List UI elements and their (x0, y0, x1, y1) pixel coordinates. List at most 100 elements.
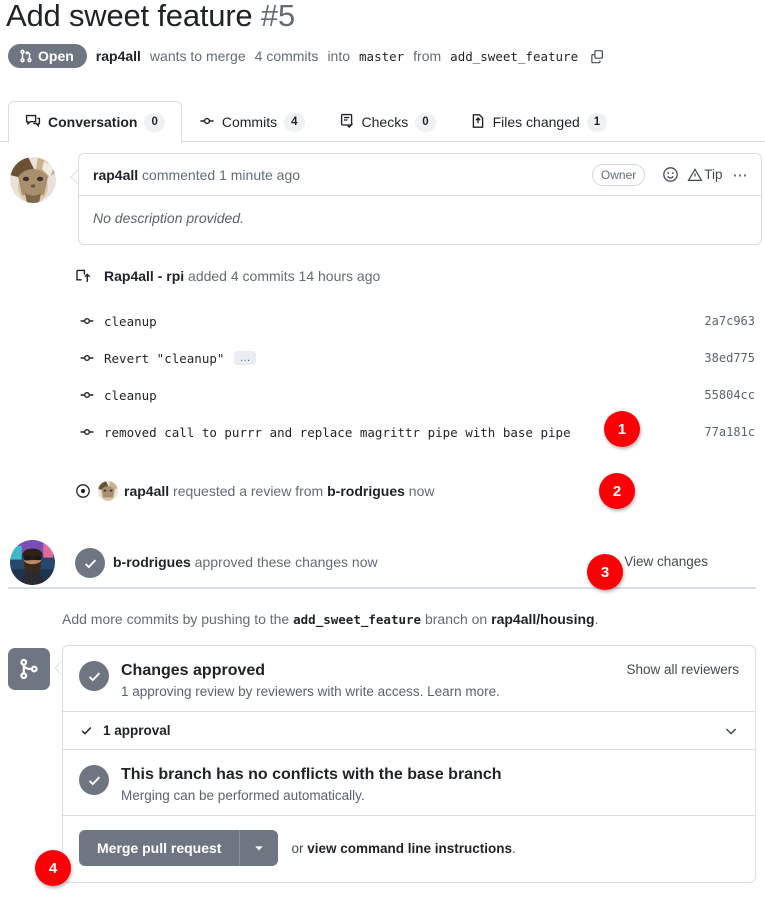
chevron-down-icon[interactable] (723, 723, 739, 739)
annotation-marker-1: 1 (604, 411, 640, 447)
show-all-reviewers-link[interactable]: Show all reviewers (626, 662, 739, 677)
page-title: Add sweet feature #5 (6, 0, 295, 34)
kebab-horizontal-icon[interactable]: ⋯ (733, 166, 750, 184)
check-icon (79, 661, 109, 691)
commits-added-text: added 4 commits (188, 268, 295, 284)
comment-card: rap4all commented 1 minute ago Owner Tip… (78, 153, 762, 245)
owner-badge[interactable]: Owner (591, 163, 646, 186)
check-icon (79, 765, 109, 795)
cli-instructions-link[interactable]: view command line instructions (307, 841, 512, 856)
commit-sha[interactable]: 38ed775 (704, 351, 755, 365)
merge-button-label: Merge pull request (97, 840, 222, 856)
status-badge[interactable]: Open (8, 44, 87, 68)
status-badge-label: Open (38, 48, 74, 64)
merge-action-bar: Merge pull request or view command line … (63, 816, 755, 882)
commit-row[interactable]: cleanup 2a7c963 (70, 306, 755, 336)
triangle-down-icon (255, 846, 264, 851)
divider (8, 587, 756, 589)
avatar[interactable] (10, 157, 56, 203)
add-more-commits-hint: Add more commits by pushing to the add_s… (62, 611, 598, 627)
tab-conversation[interactable]: Conversation 0 (8, 101, 182, 143)
git-commit-icon (70, 350, 104, 366)
commits-added-time[interactable]: 14 hours ago (299, 268, 381, 284)
add-more-repo[interactable]: rap4all/housing (491, 611, 594, 627)
review-requester[interactable]: rap4all (124, 483, 169, 499)
tab-files-changed-count: 1 (586, 112, 608, 132)
pr-tabs: Conversation 0 Commits 4 Checks 0 Files … (0, 101, 765, 143)
pr-number: #5 (260, 0, 295, 33)
annotation-marker-4: 4 (35, 850, 71, 886)
commit-row[interactable]: cleanup 55804cc (70, 380, 755, 410)
tab-files-changed[interactable]: Files changed 1 (453, 101, 625, 142)
cli-text-before: or (291, 840, 304, 856)
approval-count-label: 1 approval (103, 723, 171, 738)
eye-icon (70, 483, 96, 499)
copy-icon[interactable] (590, 49, 605, 64)
view-changes-link[interactable]: View changes (624, 554, 708, 569)
git-commit-icon (70, 387, 104, 403)
annotation-marker-3: 3 (587, 554, 623, 590)
pr-author[interactable]: rap4all (96, 48, 141, 64)
merge-options-dropdown-button[interactable] (240, 830, 278, 866)
commit-sha[interactable]: 2a7c963 (704, 314, 755, 328)
tab-files-changed-label: Files changed (492, 114, 580, 130)
commits-added-row: Rap4all - rpi added 4 commits 14 hours a… (70, 268, 380, 284)
commit-row[interactable]: removed call to purrr and replace magrit… (70, 417, 755, 447)
approval-row: b-rodrigues approved these changes now V… (8, 540, 758, 588)
pull-request-icon (19, 49, 33, 63)
command-line-hint: or view command line instructions. (291, 841, 515, 856)
add-more-text-before: Add more commits by pushing to the (62, 611, 290, 627)
git-commit-icon (70, 313, 104, 329)
pr-subheader: Open rap4all wants to merge 4 commits in… (8, 44, 605, 68)
commit-message[interactable]: Revert "cleanup" (104, 351, 224, 366)
smiley-icon[interactable] (662, 166, 679, 183)
commits-added-actor[interactable]: Rap4all - rpi (104, 268, 184, 284)
tab-commits-count: 4 (284, 112, 305, 132)
add-more-period: . (594, 611, 599, 627)
commit-sha[interactable]: 77a181c (704, 425, 755, 439)
checklist-icon (339, 113, 355, 132)
expand-commit-body-button[interactable]: … (234, 351, 257, 365)
base-branch[interactable]: master (359, 49, 404, 64)
commit-row[interactable]: Revert "cleanup" … 38ed775 (70, 343, 755, 373)
review-request-time[interactable]: now (409, 483, 435, 499)
changes-approved-title: Changes approved (121, 662, 266, 679)
merge-pull-request-button[interactable]: Merge pull request (79, 830, 279, 866)
add-more-text-middle: branch on (424, 611, 488, 627)
repo-push-icon (70, 268, 96, 284)
changes-approved-section: Changes approved 1 approving review by r… (63, 646, 755, 711)
commit-message[interactable]: cleanup (104, 314, 157, 329)
comment-author[interactable]: rap4all (93, 167, 138, 183)
git-merge-icon (8, 648, 50, 690)
no-conflicts-section: This branch has no conflicts with the ba… (63, 750, 755, 815)
review-reviewer[interactable]: b-rodrigues (327, 483, 405, 499)
comment-discussion-icon (25, 113, 41, 132)
commit-sha[interactable]: 55804cc (704, 388, 755, 402)
file-diff-icon (470, 113, 486, 132)
tab-commits[interactable]: Commits 4 (182, 101, 322, 142)
avatar[interactable] (98, 481, 118, 501)
review-request-text: requested a review from (173, 483, 324, 499)
approval-summary-row[interactable]: 1 approval (63, 711, 755, 749)
tab-checks[interactable]: Checks 0 (322, 101, 453, 142)
alert-triangle-icon[interactable]: Tip (687, 167, 723, 183)
tab-conversation-count: 0 (144, 112, 165, 132)
comment-time[interactable]: 1 minute ago (219, 167, 300, 183)
merge-sentence-3: from (413, 48, 442, 64)
approval-time[interactable]: now (352, 554, 378, 570)
commit-message[interactable]: cleanup (104, 388, 157, 403)
comment-header: rap4all commented 1 minute ago Owner Tip… (79, 154, 761, 196)
commit-message[interactable]: removed call to purrr and replace magrit… (104, 425, 571, 440)
pull-request-page: Add sweet feature #5 Open rap4all wants … (0, 0, 765, 909)
comment-action: commented (142, 166, 216, 183)
check-icon (75, 548, 105, 578)
tip-label: Tip (704, 167, 723, 182)
approval-text: b-rodrigues approved these changes now (113, 554, 378, 570)
tab-checks-count: 0 (415, 112, 436, 132)
approver-name[interactable]: b-rodrigues (113, 554, 191, 570)
tab-conversation-label: Conversation (48, 114, 138, 130)
head-branch[interactable]: add_sweet_feature (450, 49, 578, 64)
tab-checks-label: Checks (361, 114, 409, 130)
avatar[interactable] (10, 540, 55, 585)
git-commit-icon (70, 424, 104, 440)
